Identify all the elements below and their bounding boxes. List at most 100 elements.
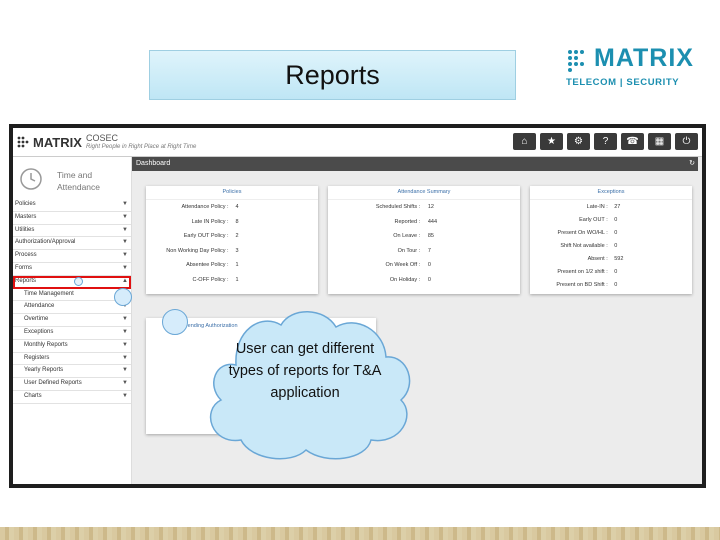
row-value[interactable]: 1 [235,277,238,283]
row-value[interactable]: 4 [235,204,238,210]
chevron-down-icon[interactable]: ▼ [122,378,128,389]
matrix-dots-icon [568,50,584,72]
sidebar-item-yearly-reports[interactable]: Yearly Reports ▼ [13,365,131,379]
row-value[interactable]: 444 [428,219,437,225]
sidebar-item-authorization-approval[interactable]: Authorization/Approval ▼ [13,237,131,251]
row-value[interactable]: 0 [614,217,617,223]
chevron-down-icon[interactable]: ▼ [122,353,128,364]
gear-icon[interactable]: ⚙ [567,133,590,150]
dashboard-title: Dashboard [136,160,171,167]
panel-row: Early OUT : 0 [530,213,692,226]
dashboard-header: Dashboard ↻ [132,157,698,171]
row-label: On Tour : [397,247,421,254]
row-value[interactable]: 12 [428,204,434,210]
panel-row: On Week Off : 0 [328,258,520,273]
panel-row: C-OFF Policy : 1 [146,273,318,288]
row-value[interactable]: 1 [235,262,238,268]
chevron-down-icon[interactable]: ▼ [122,250,128,261]
chevron-down-icon[interactable]: ▼ [122,263,128,274]
home-icon[interactable]: ⌂ [513,133,536,150]
help-icon[interactable]: ? [594,133,617,150]
sidebar-item-registers[interactable]: Registers ▼ [13,353,131,366]
module-title-line2: Attendance [57,182,101,192]
sidebar-item-exceptions[interactable]: Exceptions ▼ [13,327,131,340]
refresh-icon[interactable]: ↻ [689,157,695,171]
row-label: C-OFF Policy : [192,276,229,283]
row-value[interactable]: 0 [614,282,617,288]
row-value[interactable]: 3 [235,248,238,254]
sidebar-item-label: Monthly Reports [24,341,68,348]
sidebar-item-charts[interactable]: Charts ▼ [13,391,131,404]
sidebar-item-label: Registers [24,354,50,361]
chevron-down-icon[interactable]: ▼ [122,212,128,223]
sidebar-item-label: Exceptions [24,328,54,335]
row-label: On Week Off : [385,262,421,268]
phone-icon[interactable]: ☎ [621,133,644,150]
logo-subtitle: TELECOM | SECURITY [566,77,680,88]
callout-tail-small [114,288,132,306]
panel-row: Scheduled Shifts : 12 [328,200,520,215]
sidebar: Time and Attendance Policies ▼ Masters ▼ Uti… [13,157,132,484]
star-icon[interactable]: ★ [540,133,563,150]
row-value[interactable]: 0 [614,269,617,275]
panel-title: Exceptions [530,186,692,200]
panel-row: Reported : 444 [328,215,520,230]
power-icon[interactable]: ⏻ [675,133,698,150]
row-label: Scheduled Shifts : [375,204,421,210]
sidebar-item-monthly-reports[interactable]: Monthly Reports ▼ [13,340,131,353]
sidebar-item-label: Time Management [24,290,74,297]
chevron-down-icon[interactable]: ▼ [122,314,128,325]
panel-row: Present On WO/HL : 0 [530,226,692,239]
chevron-down-icon[interactable]: ▼ [122,199,128,210]
row-value[interactable]: 7 [428,248,431,254]
sidebar-item-attendance[interactable]: Attendance ▼ [13,301,131,315]
sidebar-item-label: Forms [15,264,32,271]
sidebar-item-forms[interactable]: Forms ▼ [13,263,131,276]
cursor-highlight [74,276,83,286]
row-label: Absentee Policy : [186,262,229,268]
chevron-down-icon[interactable]: ▼ [122,340,128,351]
row-value[interactable]: 0 [614,243,617,249]
sidebar-item-overtime[interactable]: Overtime ▼ [13,314,131,327]
matrix-logo: MATRIX TELECOM | SECURITY [566,44,693,94]
sidebar-item-masters[interactable]: Masters ▼ [13,212,131,225]
row-label: Absent : [587,256,608,262]
sidebar-menu: Policies ▼ Masters ▼ Utilities ▼ Authorization… [13,199,131,404]
panel-row: Non Working Day Policy : 3 [146,244,318,259]
panel-row: Absentee Policy : 1 [146,258,318,273]
panel-exceptions: Exceptions Late-IN :27 Early OUT :0 Present… [530,186,692,294]
row-value[interactable]: 0 [428,262,431,268]
sidebar-item-label: Authorization/Approval [15,239,76,246]
row-value[interactable]: 2 [235,233,238,239]
chevron-down-icon[interactable]: ▼ [122,327,128,338]
chevron-down-icon[interactable]: ▼ [122,391,128,402]
panel-row: Shift Not available : 0 [530,239,692,252]
chevron-up-icon[interactable]: ▲ [122,276,128,287]
chevron-down-icon[interactable]: ▼ [122,225,128,236]
row-value[interactable]: 592 [614,256,623,262]
chevron-down-icon[interactable]: ▼ [122,237,128,248]
sidebar-item-label: Overtime [24,316,49,323]
building-icon[interactable]: ▦ [648,133,671,150]
row-label: Early OUT Policy : [183,233,229,239]
chevron-down-icon[interactable]: ▼ [122,365,128,376]
sidebar-item-user-defined-reports[interactable]: User Defined Reports ▼ [13,378,131,391]
toolbar: ⌂ ★ ⚙ ? ☎ ▦ ⏻ [513,133,698,150]
clock-icon [20,168,42,190]
sidebar-item-policies[interactable]: Policies ▼ [13,199,131,212]
panel-policies: Policies Attendance Policy : 4 Late IN Poli… [146,186,318,294]
row-label: Shift Not available : [560,243,608,249]
app-header: MATRIX COSEC Right People in Right Place… [13,128,702,157]
row-value[interactable]: 27 [614,204,620,210]
panel-row: Late IN Policy : 8 [146,215,318,230]
sidebar-item-process[interactable]: Process ▼ [13,250,131,263]
slide-title: Reports [285,59,380,90]
sidebar-item-utilities[interactable]: Utilities ▼ [13,225,131,238]
sidebar-item-reports[interactable]: Reports ▲ [13,275,131,289]
row-value[interactable]: 85 [428,233,434,239]
row-value[interactable]: 0 [428,277,431,283]
row-value[interactable]: 0 [614,230,617,236]
panel-title: Attendance Summary [328,186,520,200]
sidebar-item-label: Attendance [24,303,55,310]
row-value[interactable]: 8 [235,219,238,225]
